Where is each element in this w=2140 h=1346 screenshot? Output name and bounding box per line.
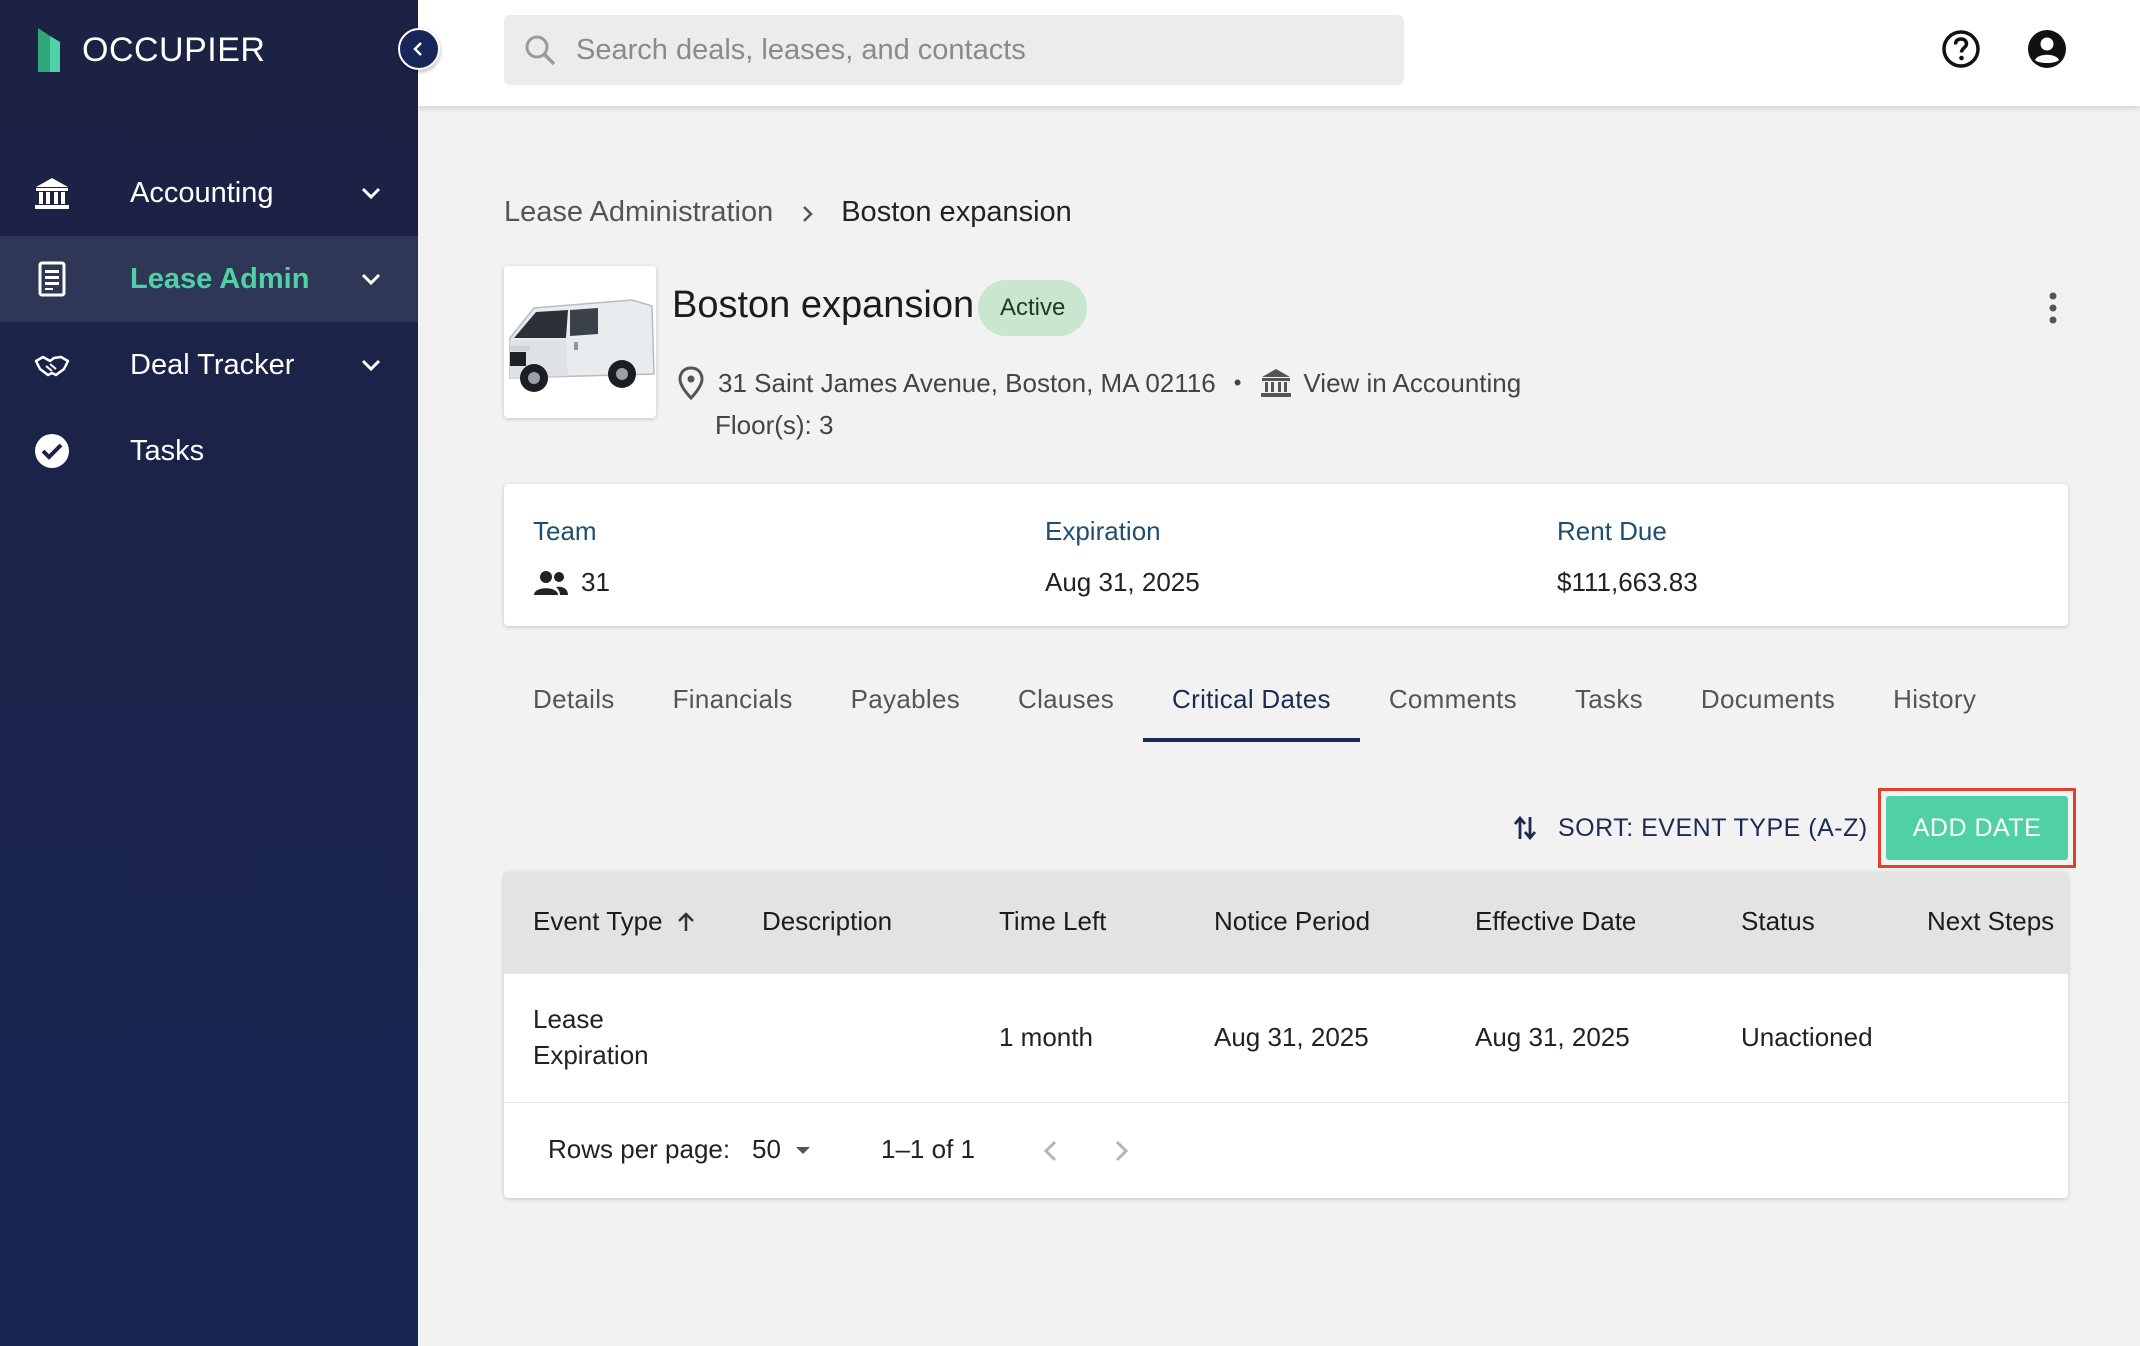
column-header-notice-period[interactable]: Notice Period — [1214, 906, 1370, 937]
property-image — [504, 266, 656, 418]
summary-card: Team 31 Expiration Aug 31, 2025 Rent Due… — [504, 484, 2068, 626]
logo[interactable]: OCCUPIER — [36, 28, 265, 72]
top-bar — [418, 0, 2140, 106]
team-label: Team — [533, 516, 597, 546]
add-date-button[interactable]: ADD DATE — [1886, 796, 2068, 860]
breadcrumb: Lease Administration Boston expansion — [504, 196, 1072, 229]
search-input[interactable] — [504, 15, 1404, 85]
property-address: 31 Saint James Avenue, Boston, MA 02116 — [718, 367, 1216, 398]
column-header-description[interactable]: Description — [762, 906, 892, 937]
breadcrumb-parent-link[interactable]: Lease Administration — [504, 196, 773, 229]
tab-documents[interactable]: Documents — [1672, 670, 1864, 742]
logo-text: OCCUPIER — [82, 30, 266, 69]
chevron-down-icon[interactable] — [356, 350, 386, 380]
logo-mark-icon — [36, 28, 64, 72]
rent-due-value: $111,663.83 — [1557, 567, 1698, 597]
status-badge: Active — [978, 280, 1088, 336]
rows-per-page-value: 50 — [752, 1134, 781, 1164]
divider — [504, 1102, 2068, 1103]
team-value: 31 — [581, 567, 610, 597]
chevron-down-icon[interactable] — [356, 264, 386, 294]
account-icon[interactable] — [2026, 28, 2068, 70]
column-header-time-left[interactable]: Time Left — [999, 906, 1106, 937]
tab-history[interactable]: History — [1864, 670, 2005, 742]
dropdown-arrow-icon — [795, 1146, 810, 1154]
cell-status: Unactioned — [1741, 1022, 1873, 1052]
team-summary: Team 31 — [533, 516, 610, 598]
cell-notice-period: Aug 31, 2025 — [1214, 1022, 1369, 1052]
location-pin-icon — [676, 366, 706, 401]
sidebar-item-accounting[interactable]: Accounting — [0, 150, 418, 236]
sidebar-item-label: Deal Tracker — [130, 348, 295, 381]
property-floors: Floor(s): 3 — [715, 410, 834, 440]
sidebar-item-tasks[interactable]: Tasks — [0, 408, 418, 494]
breadcrumb-current: Boston expansion — [841, 196, 1072, 228]
help-icon[interactable] — [1940, 28, 1982, 70]
sort-button[interactable]: SORT: EVENT TYPE (A-Z) — [1510, 808, 1868, 848]
cell-event-type-line2: Expiration — [533, 1040, 649, 1070]
column-header-label: Event Type — [533, 906, 663, 936]
sidebar: OCCUPIER Accounting Lease Admin Deal Tra… — [0, 0, 418, 1346]
tab-comments[interactable]: Comments — [1360, 670, 1546, 742]
sidebar-nav: Accounting Lease Admin Deal Tracker Task… — [0, 150, 418, 494]
expiration-summary: Expiration Aug 31, 2025 — [1045, 516, 1200, 598]
previous-page-icon[interactable] — [1034, 1134, 1068, 1168]
people-icon — [533, 569, 569, 597]
handshake-icon — [32, 345, 72, 385]
separator-dot: • — [1233, 370, 1242, 395]
column-header-effective-date[interactable]: Effective Date — [1475, 906, 1636, 937]
arrow-up-icon — [677, 911, 694, 931]
sidebar-item-label: Lease Admin — [130, 262, 310, 295]
view-in-accounting-link[interactable]: View in Accounting — [1303, 368, 1521, 399]
cell-time-left: 1 month — [999, 1022, 1093, 1052]
sort-label: SORT: EVENT TYPE (A-Z) — [1558, 813, 1868, 842]
team-value-row: 31 — [533, 567, 610, 598]
rent-summary: Rent Due $111,663.83 — [1557, 516, 1698, 598]
tab-bar: Details Financials Payables Clauses Crit… — [504, 670, 2005, 742]
expiration-value: Aug 31, 2025 — [1045, 567, 1200, 597]
tab-critical-dates[interactable]: Critical Dates — [1143, 670, 1360, 742]
rows-per-page-label: Rows per page: — [548, 1134, 731, 1164]
rent-due-label: Rent Due — [1557, 516, 1667, 546]
sidebar-item-label: Accounting — [130, 176, 274, 209]
sidebar-item-deal-tracker[interactable]: Deal Tracker — [0, 322, 418, 408]
next-page-icon[interactable] — [1104, 1134, 1138, 1168]
pagination-range: 1–1 of 1 — [881, 1134, 975, 1164]
table-header: Event Type Description Time Left Notice … — [504, 872, 2068, 974]
sidebar-item-lease-admin[interactable]: Lease Admin — [0, 236, 418, 322]
column-header-next-steps[interactable]: Next Steps — [1927, 906, 2054, 937]
sidebar-item-label: Tasks — [130, 434, 205, 467]
check-circle-icon — [32, 431, 72, 471]
chevron-down-icon[interactable] — [356, 178, 386, 208]
search-bar[interactable] — [504, 15, 1404, 85]
tab-financials[interactable]: Financials — [644, 670, 822, 742]
tab-clauses[interactable]: Clauses — [989, 670, 1143, 742]
collapse-sidebar-button[interactable] — [398, 28, 440, 70]
tab-details[interactable]: Details — [504, 670, 644, 742]
add-date-highlight: ADD DATE — [1878, 788, 2076, 868]
sort-icon — [1513, 815, 1537, 841]
column-header-status[interactable]: Status — [1741, 906, 1815, 937]
bank-icon — [32, 173, 72, 213]
document-icon — [32, 259, 72, 299]
bank-icon — [1259, 366, 1293, 400]
expiration-label: Expiration — [1045, 516, 1161, 546]
tab-payables[interactable]: Payables — [822, 670, 989, 742]
cell-effective-date: Aug 31, 2025 — [1475, 1022, 1630, 1052]
more-vert-icon[interactable] — [2040, 288, 2066, 328]
rows-per-page-select[interactable]: 50 — [752, 1134, 815, 1165]
chevron-right-icon — [795, 201, 819, 225]
cell-event-type-line1: Lease — [533, 1004, 604, 1034]
column-header-event-type[interactable]: Event Type — [533, 906, 699, 937]
address-row: 31 Saint James Avenue, Boston, MA 02116 … — [676, 366, 1521, 401]
chevron-left-icon — [413, 42, 422, 56]
tab-tasks[interactable]: Tasks — [1546, 670, 1672, 742]
page-title: Boston expansion — [672, 284, 975, 326]
critical-dates-table: Event Type Description Time Left Notice … — [504, 872, 2068, 1198]
